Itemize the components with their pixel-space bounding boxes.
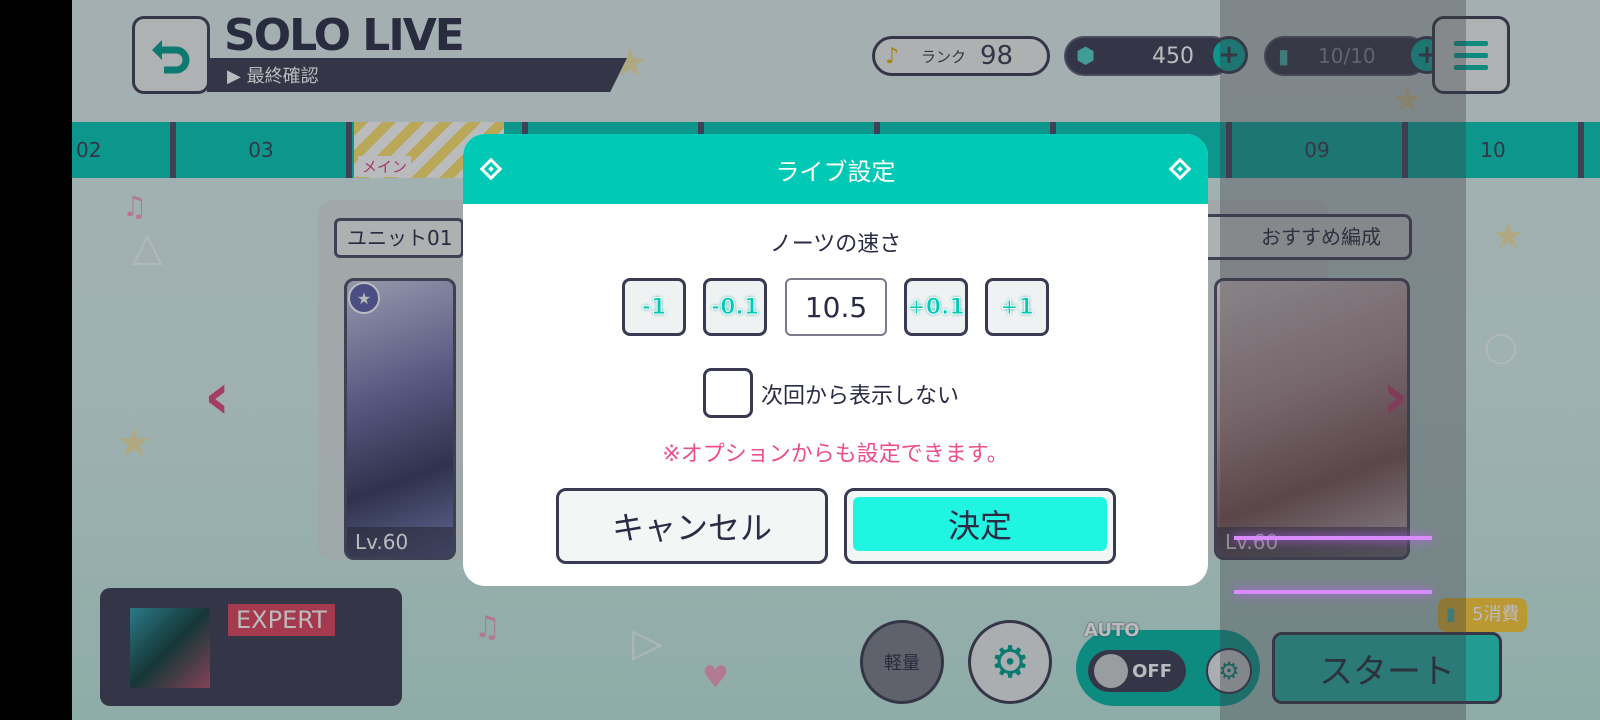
cancel-label: キャンセル xyxy=(611,509,772,547)
cancel-button[interactable]: キャンセル xyxy=(556,488,828,564)
overlay-stripe xyxy=(1220,0,1466,720)
neon-line xyxy=(1234,536,1432,540)
confirm-button[interactable]: 決定 xyxy=(844,488,1116,564)
dialog-header: ライブ設定 xyxy=(463,134,1208,204)
dont-show-again-checkbox[interactable] xyxy=(703,368,753,418)
dont-show-again-label[interactable]: 次回から表示しない xyxy=(761,378,959,410)
speed-minus-tenth-button[interactable]: -0.1 xyxy=(703,278,767,336)
confirm-label: 決定 xyxy=(853,497,1107,551)
neon-line xyxy=(1234,590,1432,594)
diamond-icon xyxy=(1168,157,1192,181)
settings-note: ※オプションからも設定できます。 xyxy=(662,442,1009,467)
speed-plus-one-button[interactable]: +1 xyxy=(985,278,1049,336)
dialog-title: ライブ設定 xyxy=(775,157,896,186)
speed-plus-tenth-button[interactable]: +0.1 xyxy=(904,278,968,336)
live-settings-dialog: ライブ設定 ノーツの速さ -1 -0.1 10.5 +0.1 +1 次回から表示… xyxy=(463,134,1208,586)
note-speed-label: ノーツの速さ xyxy=(769,232,902,257)
diamond-icon xyxy=(479,157,503,181)
note-speed-value: 10.5 xyxy=(785,278,887,336)
speed-minus-one-button[interactable]: -1 xyxy=(622,278,686,336)
